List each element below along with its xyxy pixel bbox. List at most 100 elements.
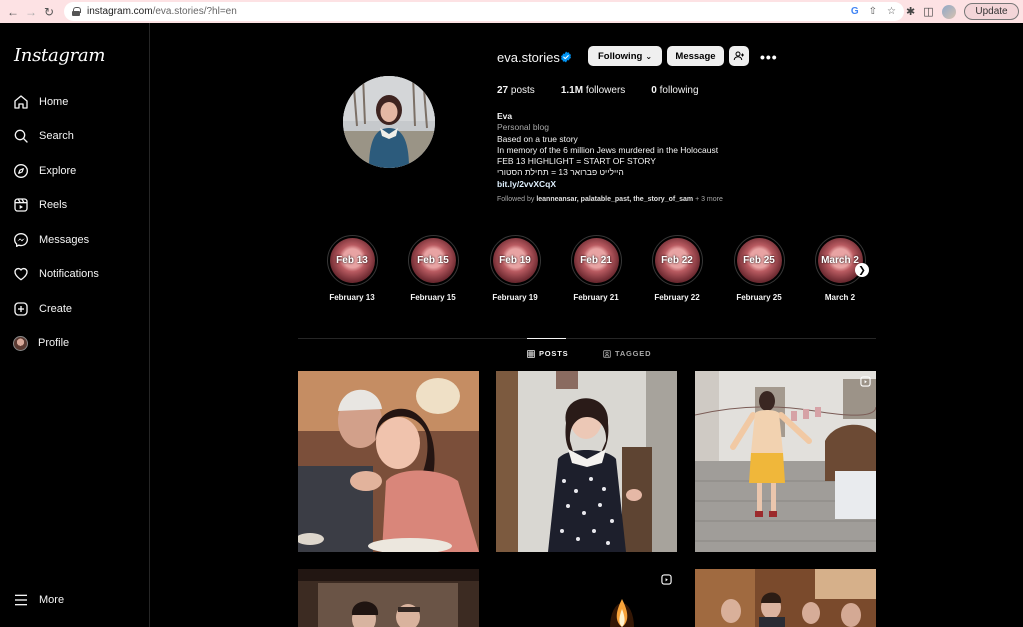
sidebar-item-label: Create [39,303,73,315]
profile-username: eva.stories [497,50,560,65]
post-tile[interactable] [298,371,479,552]
google-icon[interactable]: G [851,6,859,17]
home-icon [14,95,28,109]
plus-square-icon [14,302,28,316]
profile-bio: Eva Personal blog Based on a true story … [497,111,718,190]
highlight-feb-22[interactable]: Feb 22 February 22 [642,235,712,302]
highlight-cover: Feb 25 [736,238,782,283]
highlight-label: February 19 [492,293,538,302]
tab-tagged[interactable]: TAGGED [603,349,651,358]
highlight-ring: Feb 25 [733,235,785,286]
reels-badge-icon [661,574,672,585]
sidebar-item-search[interactable]: Search [13,125,74,147]
side-panel-icon[interactable]: ◫ [923,5,933,18]
highlight-feb-19[interactable]: Feb 19 February 19 [480,235,550,302]
more-options-icon[interactable]: ••• [760,49,778,65]
followed-by[interactable]: Followed by leanneansar, palatable_past,… [497,196,723,203]
share-icon[interactable]: ⇧ [869,6,877,17]
post-image [695,371,876,552]
compass-icon [14,164,28,178]
post-tile[interactable] [695,371,876,552]
post-tile[interactable] [298,569,479,627]
highlight-feb-25[interactable]: Feb 25 February 25 [724,235,794,302]
tab-posts[interactable]: POSTS [527,349,568,358]
sidebar-item-label: Home [39,96,69,108]
highlight-feb-15[interactable]: Feb 15 February 15 [398,235,468,302]
verified-badge-icon [561,51,571,63]
highlight-cover: Feb 15 [410,238,456,283]
tab-label: TAGGED [615,349,652,358]
post-tile[interactable] [496,569,677,627]
search-icon [14,129,28,143]
sidebar-item-explore[interactable]: Explore [13,160,76,182]
highlight-cover: Feb 13 [329,238,375,283]
tagged-icon [603,349,611,358]
forward-arrow-icon[interactable]: → [22,3,40,21]
highlight-ring: March 2 [814,235,866,286]
post-image [298,371,479,552]
sidebar-item-notifications[interactable]: Notifications [13,263,99,285]
hamburger-menu-icon [15,594,27,606]
sidebar-item-more[interactable]: More [13,589,64,611]
profile-stats: 27 posts 1.1M followers 0 following [497,85,725,96]
add-user-icon [733,51,744,61]
update-button[interactable]: Update [964,3,1019,20]
following-stat[interactable]: 0 following [651,85,698,96]
messenger-icon [14,233,28,247]
post-tile[interactable] [496,371,677,552]
highlight-cover: March 2 [817,238,863,283]
back-arrow-icon[interactable]: ← [4,3,22,21]
sidebar: Instagram Home Search Explore Reels Mess… [0,23,150,627]
suggested-accounts-button[interactable] [729,46,749,66]
bookmark-star-icon[interactable]: ☆ [887,6,896,17]
followers-stat[interactable]: 1.1M followers [561,85,625,96]
sidebar-item-label: More [39,594,65,606]
post-image [496,371,677,552]
reload-icon[interactable]: ↻ [40,3,58,21]
highlight-feb-13[interactable]: Feb 13 February 13 [317,235,387,302]
highlight-label: February 15 [410,293,456,302]
profile-category: Personal blog [497,122,549,133]
sidebar-item-label: Reels [39,199,68,211]
highlight-ring: Feb 21 [570,235,622,286]
tab-label: POSTS [539,349,569,358]
highlight-label: February 13 [329,293,375,302]
browser-toolbar: ← → ↻ instagram.com/eva.stories/?hl=en G… [0,0,1023,23]
browser-profile-avatar[interactable] [941,4,956,19]
sidebar-item-home[interactable]: Home [13,91,68,113]
profile-main: eva.stories Following ⌄ Message ••• 27 p… [151,23,1023,627]
bio-line: In memory of the 6 million Jews murdered… [497,144,719,155]
message-button[interactable]: Message [667,46,724,66]
highlight-feb-21[interactable]: Feb 21 February 21 [561,235,631,302]
heart-icon [14,267,28,281]
profile-picture[interactable] [343,76,435,168]
bio-line: Based on a true story [497,133,578,144]
extensions-puzzle-icon[interactable]: ✱ [906,5,915,18]
bio-link[interactable]: bit.ly/2vvXCqX [497,179,718,190]
sidebar-item-reels[interactable]: Reels [13,194,67,216]
highlight-label: February 25 [736,293,782,302]
reels-badge-icon [860,376,871,387]
post-tile[interactable] [695,569,876,627]
highlight-ring: Feb 13 [326,235,378,286]
highlight-cover: Feb 21 [573,238,619,283]
chevron-right-icon[interactable]: ❯ [855,263,869,277]
highlight-cover: Feb 22 [654,238,700,283]
url-text: instagram.com/eva.stories/?hl=en [87,6,237,17]
sidebar-item-label: Notifications [39,268,99,280]
active-tab-indicator [527,338,566,339]
following-button[interactable]: Following ⌄ [588,46,662,66]
sidebar-item-label: Profile [38,337,70,349]
sidebar-item-messages[interactable]: Messages [13,229,89,251]
highlight-cover: Feb 19 [492,238,538,283]
lock-icon [72,7,81,16]
sidebar-item-profile[interactable]: Profile [13,332,69,354]
instagram-logo[interactable]: Instagram [14,45,105,66]
highlight-label: February 21 [573,293,619,302]
address-bar[interactable]: instagram.com/eva.stories/?hl=en G ⇧ ☆ [64,2,904,21]
avatar [13,335,28,351]
post-image [496,569,677,627]
sidebar-item-label: Messages [39,234,90,246]
post-image [695,569,876,627]
sidebar-item-create[interactable]: Create [13,298,72,320]
